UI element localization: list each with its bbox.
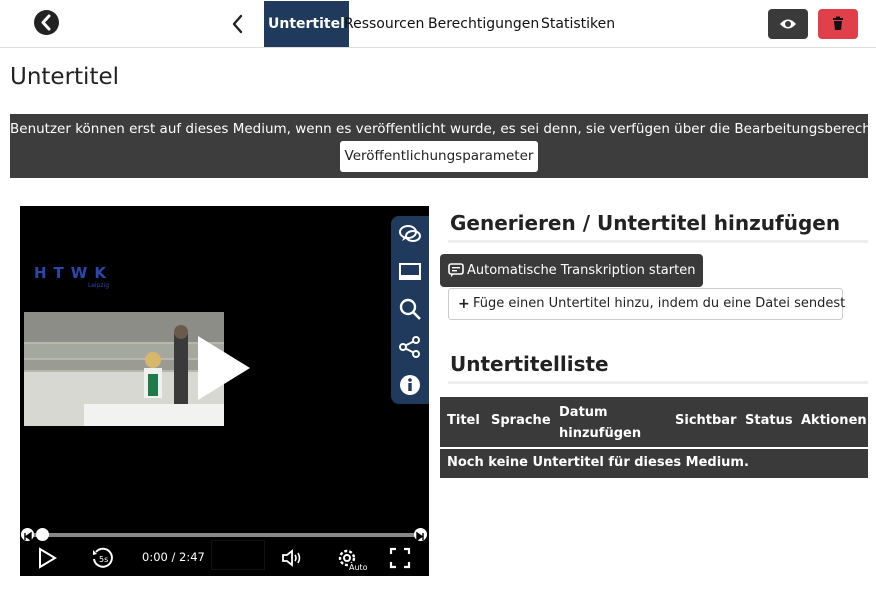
empty-message: Noch keine Untertitel für dieses Medium. (447, 455, 749, 470)
htwk-logo: HTWK (34, 264, 113, 282)
column-header-aktionen[interactable]: Aktionen (801, 413, 867, 428)
page-title: Untertitel (10, 64, 120, 90)
skip-to-start-icon[interactable] (21, 528, 34, 542)
publication-settings-button[interactable]: Veröffentlichungsparameter (340, 141, 538, 172)
delete-button[interactable] (818, 9, 858, 39)
back-circle-icon[interactable] (34, 10, 59, 35)
column-header-sichtbar[interactable]: Sichtbar (675, 413, 736, 428)
volume-slider[interactable] (211, 540, 265, 570)
table-row: Noch keine Untertitel für dieses Medium. (440, 449, 868, 478)
tab-berechtigungen[interactable]: Berechtigungen (428, 1, 539, 47)
divider (448, 240, 868, 243)
video-player[interactable]: HTWK Leipzig (20, 206, 429, 576)
column-header-titel[interactable]: Titel (447, 413, 480, 428)
play-icon[interactable] (36, 546, 58, 570)
volume-icon[interactable] (280, 546, 304, 570)
player-side-rail (391, 216, 429, 404)
info-banner-text: Benutzer können erst auf dieses Medium, … (10, 121, 876, 137)
column-header-status[interactable]: Status (745, 413, 793, 428)
column-header-datum[interactable]: Datum hinzufügen (559, 402, 641, 444)
subtitle-list-heading: Untertitelliste (450, 352, 609, 376)
add-subtitle-file-label: Füge einen Untertitel hinzu, indem du ei… (473, 296, 846, 311)
plus-icon: + (458, 296, 470, 312)
divider (448, 381, 868, 384)
skip-to-end-icon[interactable] (414, 528, 427, 542)
start-transcription-label: Automatische Transkription starten (467, 263, 696, 278)
tab-statistiken[interactable]: Statistiken (541, 1, 615, 47)
chat-bubbles-icon[interactable] (398, 222, 422, 246)
trash-icon (833, 16, 843, 30)
add-subtitle-file-button[interactable]: + Füge einen Untertitel hinzu, indem du … (448, 288, 846, 320)
subtitle-icon (448, 263, 464, 277)
search-icon[interactable] (398, 297, 422, 321)
progress-bar[interactable] (26, 533, 418, 537)
tab-ressourcen[interactable]: Ressourcen (344, 1, 424, 47)
layout-icon[interactable] (398, 260, 422, 284)
playback-time: 0:00 / 2:47 (142, 550, 205, 564)
start-transcription-button[interactable]: Automatische Transkription starten (440, 254, 703, 287)
info-banner: Benutzer können erst auf dieses Medium, … (10, 114, 876, 178)
chevron-left-icon[interactable] (230, 13, 246, 35)
column-header-sprache[interactable]: Sprache (491, 413, 551, 428)
preview-button[interactable] (768, 9, 808, 39)
quality-badge: Auto (348, 563, 369, 572)
play-large-icon[interactable] (180, 328, 260, 408)
table-header: Titel Sprache Datum hinzufügen Sichtbar … (440, 397, 868, 447)
fullscreen-icon[interactable] (389, 546, 411, 570)
rewind-5s-icon[interactable]: 5s (90, 546, 114, 570)
tab-untertitel[interactable]: Untertitel (264, 1, 349, 47)
svg-text:5s: 5s (99, 555, 108, 564)
info-icon[interactable] (398, 373, 422, 397)
eye-icon (780, 19, 796, 29)
generate-heading: Generieren / Untertitel hinzufügen (450, 211, 841, 235)
progress-handle[interactable] (36, 528, 49, 541)
share-icon[interactable] (398, 335, 422, 359)
top-bar: Untertitel Ressourcen Berechtigungen Sta… (0, 0, 876, 48)
htwk-logo-subtext: Leipzig (88, 282, 110, 289)
